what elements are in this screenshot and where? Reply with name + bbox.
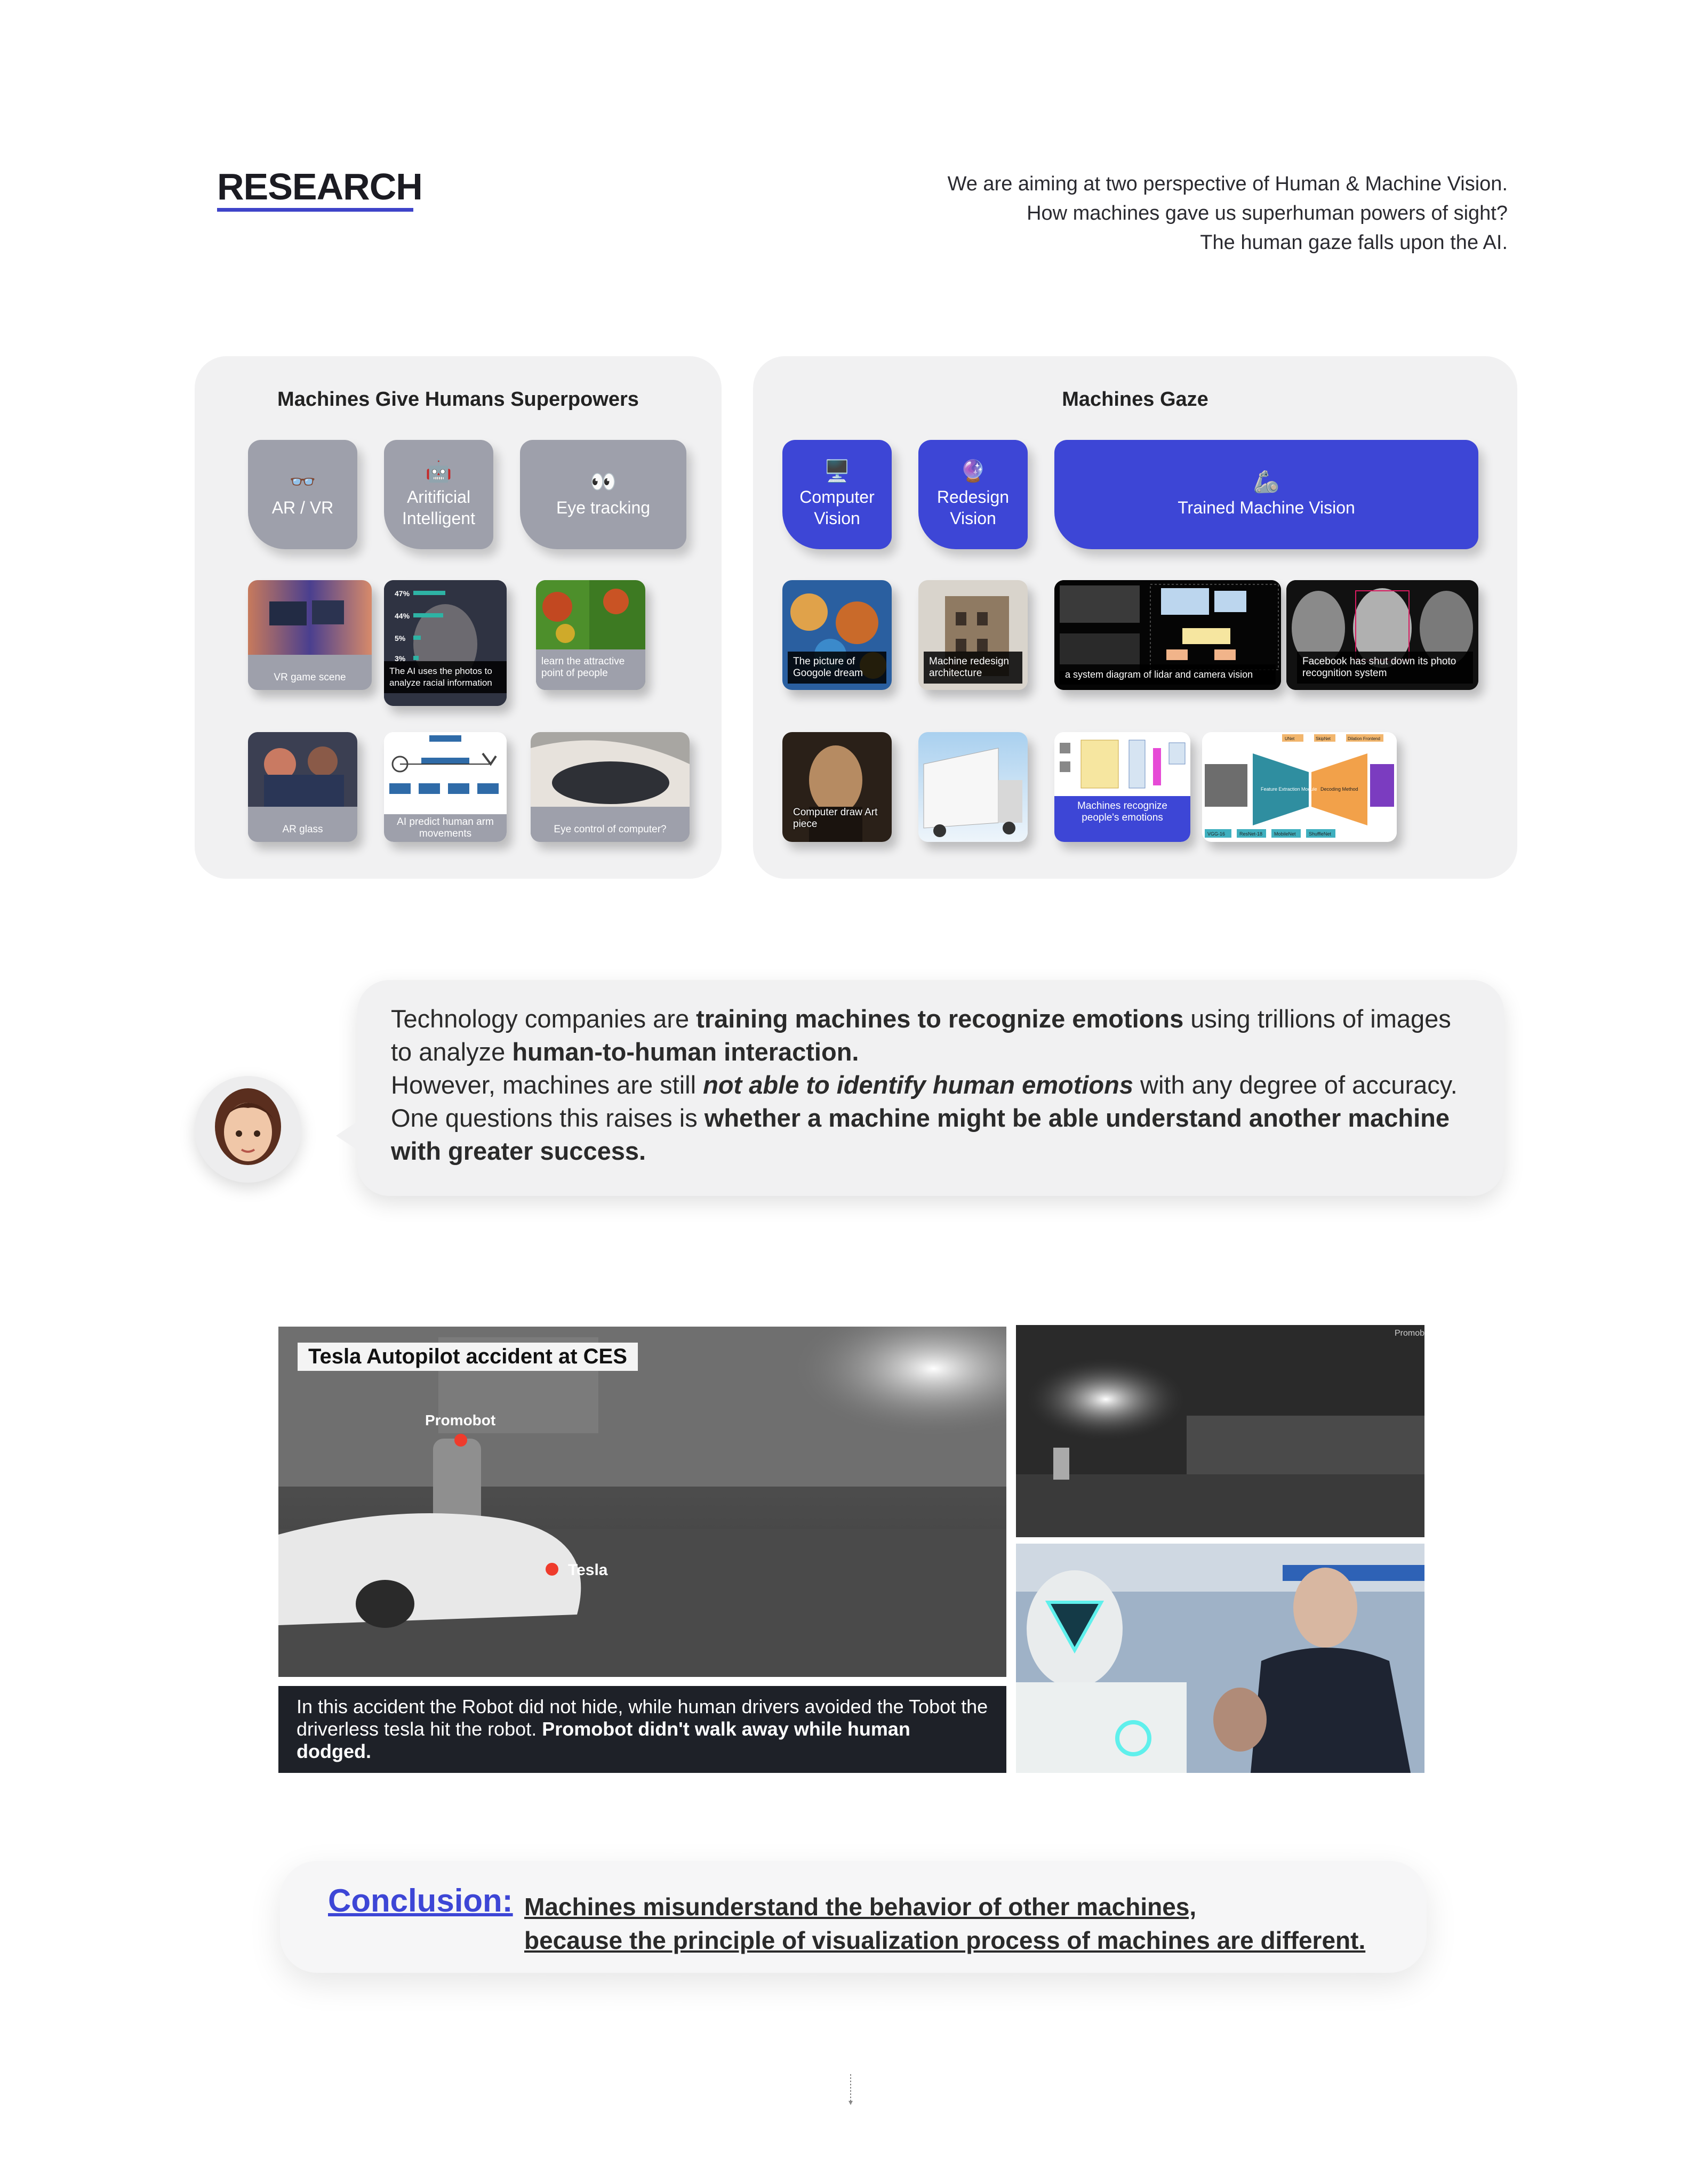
robot-arm-icon: 🦾 <box>1253 470 1280 494</box>
category-ar-vr-label: AR / VR <box>271 497 334 517</box>
card-arm-movements-caption: AI predict human arm movements <box>384 814 507 842</box>
accident-caption: In this accident the Robot did not hide,… <box>297 1696 990 1763</box>
robot-event-image <box>1016 1544 1424 1773</box>
intro-line-3: The human gaze falls upon the AI. <box>1200 231 1508 254</box>
avatar-image <box>215 1088 281 1165</box>
stat-1: 47% <box>395 589 410 598</box>
tesla-accident-image: Promobot Tesla <box>278 1327 1006 1677</box>
card-computer-art-caption: Computer draw Art piece <box>793 807 878 830</box>
quote-p1-b: training machines to recognize emotions <box>696 1005 1184 1033</box>
quote-p1-d: human-to-human interaction. <box>512 1038 859 1066</box>
card-eye-control[interactable]: Eye control of computer? <box>531 732 690 842</box>
panel-machines-gaze: Machines Gaze 🖥️ Computer Vision 🔮 Redes… <box>753 356 1517 879</box>
card-lidar-diagram[interactable]: a system diagram of lidar and camera vis… <box>1054 580 1281 690</box>
card-google-dream[interactable]: The picture of Googole dream <box>782 580 892 690</box>
scroll-down-icon[interactable] <box>848 2074 853 2106</box>
diagram-label-dilation: Dilation Frontend <box>1348 736 1380 741</box>
photo-tag: Tesla Autopilot accident at CES <box>298 1343 638 1371</box>
card-racial-ai-caption: The AI uses the photos to analyze racial… <box>384 661 507 693</box>
label-tesla: Tesla <box>568 1561 608 1579</box>
category-redesign-vision-label: Redesign Vision <box>936 487 1010 528</box>
category-computer-vision[interactable]: 🖥️ Computer Vision <box>782 440 892 549</box>
card-attractive-point-caption: learn the attractive point of people <box>536 652 645 690</box>
conclusion-line-2: because the principle of visualization p… <box>524 1926 1366 1954</box>
card-machine-architecture-caption: Machine redesign architecture <box>924 652 1022 684</box>
quote-p2-b: not able to identify human emotions <box>703 1071 1133 1099</box>
intro-text: We are aiming at two perspective of Huma… <box>814 170 1508 258</box>
conclusion-label: Conclusion: <box>328 1883 513 1918</box>
diagram-label-skipnet: SkipNet <box>1316 736 1331 741</box>
intro-line-1: We are aiming at two perspective of Huma… <box>947 173 1508 195</box>
night-street-image: Promob <box>1016 1325 1424 1537</box>
quote-bubble-tail <box>336 1120 360 1152</box>
category-computer-vision-label: Computer Vision <box>799 487 875 528</box>
watermark: Promob <box>1395 1329 1424 1338</box>
category-eye-tracking-label: Eye tracking <box>556 497 651 517</box>
diagram-label-decoding: Decoding Method <box>1320 786 1358 792</box>
card-facebook-recognition[interactable]: Facebook has shut down its photo recogni… <box>1286 580 1478 690</box>
diagram-label-vgg: VGG-16 <box>1207 831 1225 837</box>
intro-line-2: How machines gave us superhuman powers o… <box>1027 202 1508 224</box>
card-ar-glass-caption: AR glass <box>248 817 357 842</box>
card-racial-ai[interactable]: 47% 44% 5% 3% The AI uses the photos to … <box>384 580 507 706</box>
glasses-icon: 👓 <box>289 470 316 494</box>
robot-event-photo[interactable] <box>1016 1544 1424 1773</box>
title-underline <box>217 208 413 212</box>
category-ai[interactable]: 🤖 Aritificial Intelligent <box>384 440 493 549</box>
card-computer-art[interactable]: Computer draw Art piece <box>782 732 892 842</box>
quote-p3-a: One questions this raises is <box>391 1104 705 1132</box>
card-segmentation-diagram[interactable]: UNet SkipNet Dilation Frontend Feature E… <box>1202 732 1397 842</box>
card-facebook-recognition-caption: Facebook has shut down its photo recogni… <box>1297 652 1473 684</box>
diagram-label-resnet: ResNet-18 <box>1239 831 1262 837</box>
page-title: RESEARCH <box>217 166 423 207</box>
card-vr-game-scene-caption: VR game scene <box>248 665 372 690</box>
quote-text: Technology companies are training machin… <box>391 1002 1479 1168</box>
diagram-label-unet: UNet <box>1285 736 1295 741</box>
quote-p2-c: with any degree of accuracy. <box>1133 1071 1458 1099</box>
card-lidar-diagram-caption: a system diagram of lidar and camera vis… <box>1060 664 1276 685</box>
quote-p1-a: Technology companies are <box>391 1005 697 1033</box>
card-attractive-point[interactable]: learn the attractive point of people <box>536 580 645 690</box>
monitor-icon: 🖥️ <box>823 459 851 483</box>
panel-superpowers: Machines Give Humans Superpowers 👓 AR / … <box>195 356 722 879</box>
robot-icon: 🤖 <box>425 459 452 483</box>
conclusion-line-1: Machines misunderstand the behavior of o… <box>524 1893 1197 1921</box>
segmentation-diagram-image: UNet SkipNet Dilation Frontend Feature E… <box>1202 732 1397 842</box>
category-trained-machine-vision-label: Trained Machine Vision <box>1178 497 1355 517</box>
card-google-dream-caption: The picture of Googole dream <box>788 652 886 684</box>
card-ar-glass[interactable]: AR glass <box>248 732 357 842</box>
tesla-accident-photo[interactable]: Promobot Tesla <box>278 1327 1006 1677</box>
card-eye-control-caption: Eye control of computer? <box>531 817 690 842</box>
diagram-label-feature: Feature Extraction Module <box>1261 786 1317 792</box>
panel-machines-gaze-title: Machines Gaze <box>1062 388 1208 411</box>
category-eye-tracking[interactable]: 👀 Eye tracking <box>520 440 686 549</box>
conclusion-text: Machines misunderstand the behavior of o… <box>524 1890 1365 1957</box>
category-redesign-vision[interactable]: 🔮 Redesign Vision <box>918 440 1028 549</box>
card-truck-vision[interactable] <box>918 732 1028 842</box>
stat-3: 5% <box>395 634 406 643</box>
stat-2: 44% <box>395 612 410 620</box>
card-emotion-recognition-caption: Machines recognize people's emotions <box>1054 796 1190 842</box>
crystal-ball-icon: 🔮 <box>959 459 987 483</box>
category-trained-machine-vision[interactable]: 🦾 Trained Machine Vision <box>1054 440 1478 549</box>
category-ai-label: Aritificial Intelligent <box>402 487 475 528</box>
quote-p2-a: However, machines are still <box>391 1071 703 1099</box>
category-ar-vr[interactable]: 👓 AR / VR <box>248 440 357 549</box>
diagram-label-mobilenet: MobileNet <box>1274 831 1296 837</box>
panel-superpowers-title: Machines Give Humans Superpowers <box>277 388 639 411</box>
card-machine-architecture[interactable]: Machine redesign architecture <box>918 580 1028 690</box>
label-promobot: Promobot <box>425 1412 495 1428</box>
truck-image <box>918 732 1028 842</box>
card-emotion-recognition[interactable]: Machines recognize people's emotions <box>1054 732 1190 842</box>
card-vr-game-scene[interactable]: VR game scene <box>248 580 372 690</box>
eyes-icon: 👀 <box>590 470 617 494</box>
night-street-photo[interactable]: Promob <box>1016 1325 1424 1537</box>
diagram-label-shufflenet: ShuffleNet <box>1309 831 1331 837</box>
card-arm-movements[interactable]: AI predict human arm movements <box>384 732 507 842</box>
avatar <box>195 1076 301 1183</box>
